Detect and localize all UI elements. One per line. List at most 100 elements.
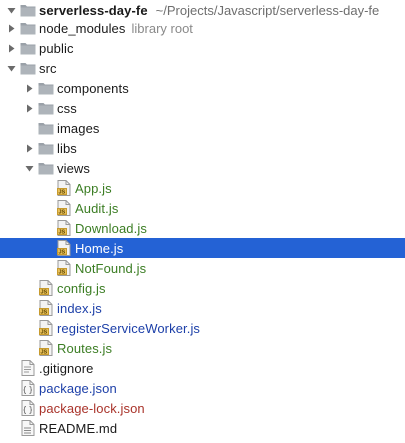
tree-item-label: NotFound.js (75, 260, 147, 276)
json-file-icon (20, 400, 36, 416)
file-row-notfound-js[interactable]: JS NotFound.js (0, 258, 405, 278)
folder-icon (20, 40, 36, 56)
chevron-right-icon[interactable] (6, 38, 16, 58)
tree-item-label: node_modules (39, 20, 126, 36)
folder-row-images[interactable]: images (0, 118, 405, 138)
js-file-icon: JS (38, 320, 54, 336)
tree-item-label: README.md (39, 420, 118, 436)
svg-text:JS: JS (41, 350, 48, 356)
tree-item-label: Routes.js (57, 340, 113, 356)
project-name: serverless-day-fe (39, 2, 148, 18)
file-row-index-js[interactable]: JS index.js (0, 298, 405, 318)
svg-text:JS: JS (59, 270, 66, 276)
svg-text:JS: JS (41, 330, 48, 336)
folder-row-views[interactable]: views (0, 158, 405, 178)
folder-icon (38, 140, 54, 156)
tree-item-label: config.js (57, 280, 106, 296)
text-file-icon (20, 360, 36, 376)
chevron-right-icon[interactable] (24, 78, 34, 98)
file-row-registerserviceworker-js[interactable]: JS registerServiceWorker.js (0, 318, 405, 338)
svg-text:JS: JS (59, 210, 66, 216)
markdown-file-icon (20, 420, 36, 436)
tree-item-label: Audit.js (75, 200, 119, 216)
js-file-icon: JS (38, 340, 54, 356)
tree-item-label: package-lock.json (39, 400, 145, 416)
file-row-readme-md[interactable]: README.md (0, 418, 405, 438)
svg-text:JS: JS (41, 310, 48, 316)
js-file-icon: JS (56, 220, 72, 236)
chevron-right-icon[interactable] (24, 138, 34, 158)
folder-icon (38, 120, 54, 136)
js-file-icon: JS (56, 180, 72, 196)
tree-item-label: package.json (39, 380, 117, 396)
tree-item-label: css (57, 100, 77, 116)
svg-text:JS: JS (59, 190, 66, 196)
tree-item-label: libs (57, 140, 77, 156)
folder-row-node-modules[interactable]: node_modules library root (0, 18, 405, 38)
chevron-right-icon[interactable] (6, 18, 16, 38)
tree-item-label: components (57, 80, 129, 96)
folder-icon (20, 20, 36, 36)
file-row-package-json[interactable]: package.json (0, 378, 405, 398)
folder-row-libs[interactable]: libs (0, 138, 405, 158)
tree-item-label: Home.js (75, 240, 124, 256)
tree-item-label: views (57, 160, 91, 176)
chevron-down-icon[interactable] (24, 158, 34, 178)
project-tree: serverless-day-fe ~/Projects/Javascript/… (0, 0, 405, 443)
js-file-icon: JS (56, 200, 72, 216)
svg-text:JS: JS (59, 250, 66, 256)
chevron-right-icon[interactable] (24, 98, 34, 118)
project-path: ~/Projects/Javascript/serverless-day-fe (155, 2, 380, 18)
json-file-icon (20, 380, 36, 396)
file-row-package-lock-json[interactable]: package-lock.json (0, 398, 405, 418)
folder-row-public[interactable]: public (0, 38, 405, 58)
folder-icon (20, 60, 36, 76)
library-root-note: library root (131, 20, 193, 36)
tree-item-label: registerServiceWorker.js (57, 320, 201, 336)
folder-icon (20, 2, 36, 18)
tree-item-label: public (39, 40, 74, 56)
file-row-home-js[interactable]: JS Home.js (0, 238, 405, 258)
file-row-download-js[interactable]: JS Download.js (0, 218, 405, 238)
folder-icon (38, 160, 54, 176)
js-file-icon: JS (56, 260, 72, 276)
chevron-down-icon[interactable] (6, 58, 16, 78)
file-row-audit-js[interactable]: JS Audit.js (0, 198, 405, 218)
js-file-icon: JS (38, 300, 54, 316)
js-file-icon: JS (56, 240, 72, 256)
tree-item-label: Download.js (75, 220, 147, 236)
folder-row-components[interactable]: components (0, 78, 405, 98)
tree-item-label: index.js (57, 300, 102, 316)
file-row-gitignore[interactable]: .gitignore (0, 358, 405, 378)
folder-icon (38, 100, 54, 116)
tree-item-label: .gitignore (39, 360, 94, 376)
svg-text:JS: JS (41, 290, 48, 296)
svg-text:JS: JS (59, 230, 66, 236)
file-row-app-js[interactable]: JS App.js (0, 178, 405, 198)
folder-row-css[interactable]: css (0, 98, 405, 118)
tree-item-label: App.js (75, 180, 112, 196)
project-root-row[interactable]: serverless-day-fe ~/Projects/Javascript/… (0, 0, 405, 20)
tree-item-label: images (57, 120, 100, 136)
chevron-down-icon[interactable] (6, 0, 16, 20)
file-row-config-js[interactable]: JS config.js (0, 278, 405, 298)
folder-icon (38, 80, 54, 96)
file-row-routes-js[interactable]: JS Routes.js (0, 338, 405, 358)
js-file-icon: JS (38, 280, 54, 296)
tree-item-label: src (39, 60, 57, 76)
folder-row-src[interactable]: src (0, 58, 405, 78)
